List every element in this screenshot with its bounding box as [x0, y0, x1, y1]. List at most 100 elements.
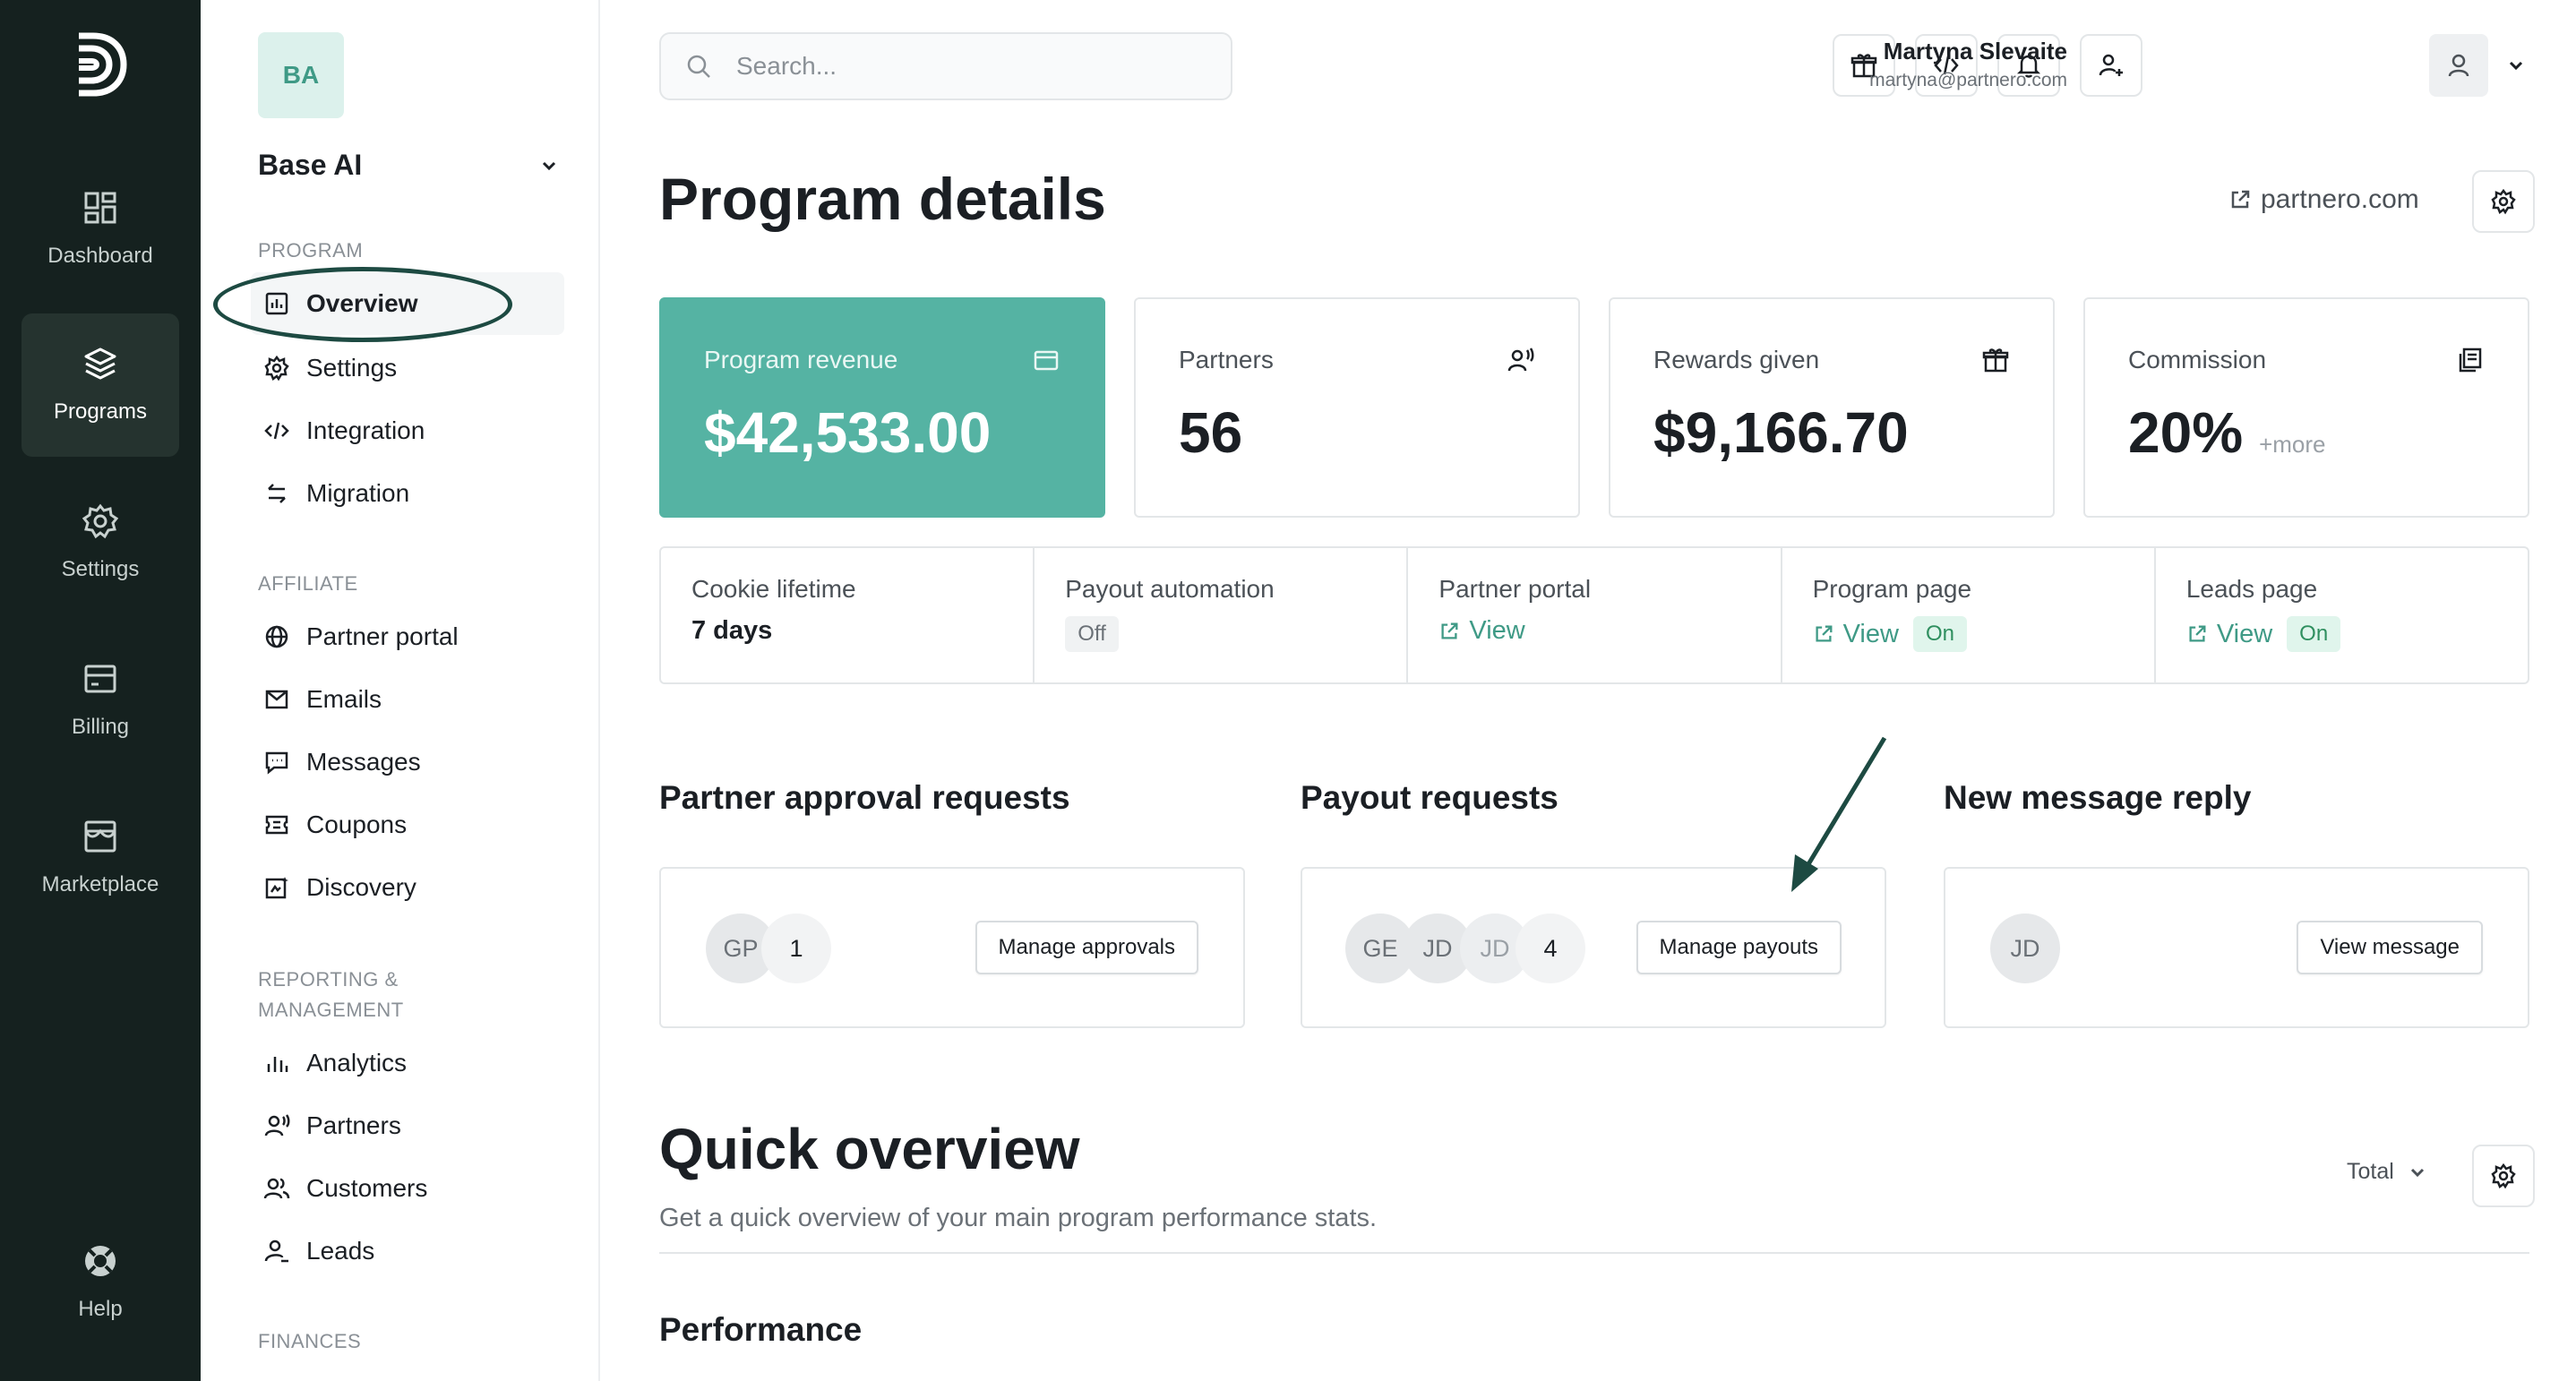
sidebar-item-emails[interactable]: Emails — [251, 668, 564, 731]
coupon-icon — [265, 815, 288, 835]
app-root: Dashboard Programs Settings Billing Mark — [0, 0, 2576, 1381]
receipt-icon — [2459, 347, 2482, 373]
rail-item-dashboard[interactable]: Dashboard — [21, 158, 179, 301]
section-label-program: PROGRAM — [258, 239, 364, 262]
view-link-label: View — [2216, 619, 2273, 648]
partnero-logo-icon[interactable] — [72, 30, 129, 99]
user-name: Martyna Slevaite — [1883, 38, 2067, 64]
program-page-view-link[interactable]: View — [1813, 620, 1899, 649]
bar-chart-icon — [267, 1057, 288, 1072]
more-link[interactable]: +more — [2259, 431, 2325, 458]
sidebar-item-coupons[interactable]: Coupons — [251, 793, 564, 856]
rail-item-billing[interactable]: Billing — [21, 629, 179, 772]
sidebar-item-label: Migration — [306, 479, 410, 507]
dashboard-icon — [84, 192, 116, 224]
info-label: Payout automation — [1065, 575, 1275, 603]
program-settings-button[interactable] — [2472, 170, 2535, 233]
gift-icon — [1982, 348, 2009, 373]
chevron-down-icon — [2410, 1168, 2424, 1177]
sidebar-item-customers[interactable]: Customers — [251, 1157, 564, 1220]
info-label: Cookie lifetime — [691, 575, 856, 603]
external-link-icon — [1816, 625, 1833, 642]
program-sidebar: BA Base AI PROGRAM Overview Settings Int… — [201, 0, 600, 1381]
info-value: View On — [1813, 616, 2154, 652]
user-email: martyna@partnero.com — [1869, 70, 2067, 90]
external-link-icon — [2189, 625, 2206, 642]
sidebar-item-overview[interactable]: Overview — [251, 272, 564, 335]
search-icon — [687, 55, 710, 78]
status-badge: Off — [1065, 616, 1119, 652]
sidebar-item-settings[interactable]: Settings — [251, 337, 564, 399]
period-select[interactable]: Total — [2347, 1159, 2428, 1185]
sidebar-item-migration[interactable]: Migration — [251, 462, 564, 525]
sidebar-item-partner-portal[interactable]: Partner portal — [251, 605, 564, 668]
search-input[interactable] — [736, 52, 1202, 81]
lifebuoy-icon — [85, 1246, 116, 1276]
report-icon — [265, 292, 288, 315]
stat-card-commission: Commission 20% +more — [2083, 297, 2529, 518]
sidebar-item-partners[interactable]: Partners — [251, 1094, 564, 1157]
sidebar-item-label: Discovery — [306, 873, 416, 901]
manage-approvals-button[interactable]: Manage approvals — [975, 921, 1198, 974]
main-rail: Dashboard Programs Settings Billing Mark — [0, 0, 201, 1381]
view-link-label: View — [1469, 616, 1525, 645]
rail-item-settings[interactable]: Settings — [21, 471, 179, 614]
request-count: 1 — [761, 914, 831, 983]
user-plus-icon — [2099, 54, 2123, 76]
quick-overview-subtitle: Get a quick overview of your main progra… — [659, 1204, 1378, 1232]
chevron-down-icon[interactable] — [537, 154, 561, 177]
user-icon — [264, 1239, 288, 1263]
rail-label: Dashboard — [47, 244, 153, 268]
portal-view-link[interactable]: View — [1438, 616, 1525, 646]
stat-value: $9,166.70 — [1653, 400, 1909, 465]
wallet-icon — [1034, 350, 1059, 371]
stat-value: $42,533.00 — [704, 400, 992, 465]
period-select-value: Total — [2347, 1159, 2394, 1184]
program-site-link[interactable]: partnero.com — [2228, 184, 2419, 215]
sidebar-item-label: Coupons — [306, 811, 408, 838]
info-value: View On — [2186, 616, 2528, 652]
store-icon — [84, 820, 116, 853]
avatar[interactable] — [2429, 34, 2488, 97]
sidebar-item-analytics[interactable]: Analytics — [251, 1032, 564, 1094]
rail-item-programs[interactable]: Programs — [21, 313, 179, 457]
rail-item-marketplace[interactable]: Marketplace — [21, 786, 179, 930]
sidebar-item-discovery[interactable]: Discovery — [251, 856, 564, 919]
sidebar-item-label: Settings — [306, 354, 398, 382]
performance-title: Performance — [659, 1311, 863, 1348]
search-bar[interactable] — [659, 32, 1232, 100]
stat-label: Program revenue — [704, 346, 898, 373]
sidebar-item-messages[interactable]: Messages — [251, 731, 564, 793]
leads-page-view-link[interactable]: View — [2186, 620, 2272, 649]
stat-card-revenue: Program revenue $42,533.00 — [659, 297, 1105, 518]
overview-settings-button[interactable] — [2472, 1145, 2535, 1207]
section-label-affiliate: AFFILIATE — [258, 572, 358, 595]
sidebar-item-label: Customers — [306, 1174, 428, 1202]
workspace-name[interactable]: Base AI — [258, 149, 362, 182]
external-link-icon — [2231, 190, 2250, 209]
chevron-down-icon[interactable] — [2504, 54, 2528, 77]
manage-payouts-button[interactable]: Manage payouts — [1636, 921, 1842, 974]
view-message-button[interactable]: View message — [2297, 921, 2483, 974]
program-site-label: partnero.com — [2261, 184, 2419, 214]
info-payout-automation: Payout automation Off — [1035, 548, 1409, 682]
gear-icon — [82, 503, 118, 539]
page-title: Program details — [659, 166, 1106, 232]
stat-card-rewards: Rewards given $9,166.70 — [1609, 297, 2055, 518]
message-reply-card: JD View message — [1944, 867, 2529, 1028]
rail-item-help[interactable]: Help — [21, 1211, 179, 1354]
info-value: View — [1438, 616, 1780, 646]
sidebar-item-leads[interactable]: Leads — [251, 1220, 564, 1282]
layers-icon — [84, 347, 116, 380]
invite-user-button[interactable] — [2080, 34, 2142, 97]
status-badge: On — [2287, 616, 2341, 652]
quick-overview-title: Quick overview — [659, 1117, 1080, 1181]
mail-icon — [265, 690, 288, 709]
stat-label: Partners — [1179, 346, 1274, 373]
sidebar-item-label: Analytics — [306, 1049, 408, 1076]
sidebar-item-label: Partners — [306, 1111, 401, 1139]
stat-label: Rewards given — [1653, 346, 1820, 373]
user-icon — [2448, 54, 2469, 77]
external-link-icon — [1441, 622, 1458, 639]
sidebar-item-integration[interactable]: Integration — [251, 399, 564, 462]
